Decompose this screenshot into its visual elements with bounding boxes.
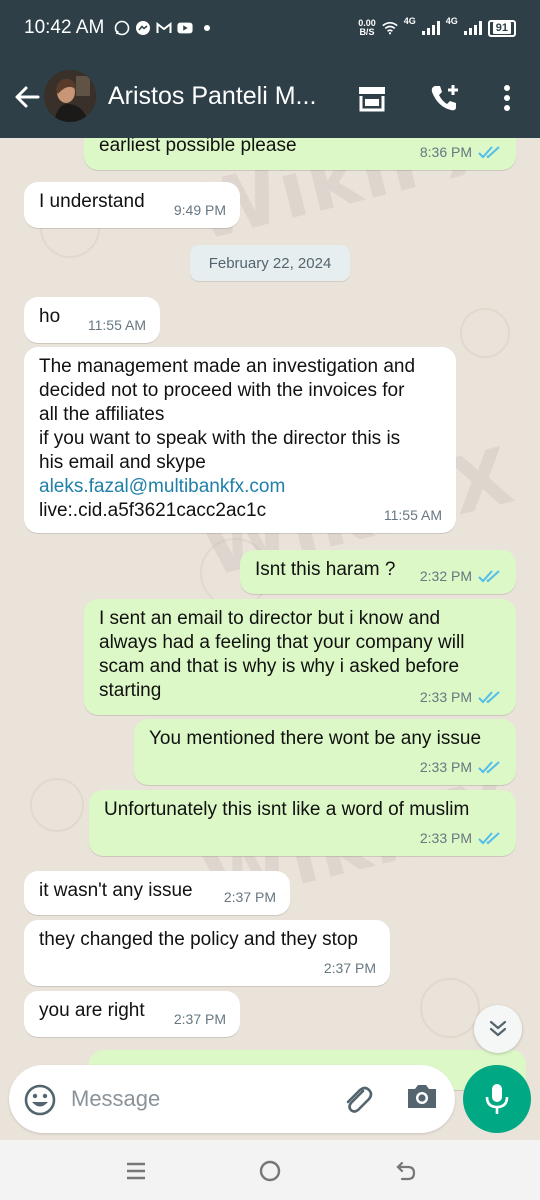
camera-icon <box>408 1085 436 1108</box>
message-time: 2:33 PM <box>419 830 472 846</box>
gmail-icon <box>156 20 172 36</box>
status-time: 10:42 AM <box>24 17 105 38</box>
message-text: they changed the policy and they stop <box>39 929 359 950</box>
status-bar: 10:42 AM 0.00 B/S 4G 4G 91 <box>0 0 540 56</box>
wifi-icon <box>382 20 398 36</box>
network-type-1: 4G <box>403 16 416 26</box>
double-check-read-icon <box>478 832 500 845</box>
whatsapp-icon <box>114 20 130 36</box>
speed-unit: B/S <box>359 27 375 37</box>
contact-avatar[interactable] <box>44 70 96 122</box>
double-check-read-icon <box>478 570 500 583</box>
message-meta: 2:37 PM <box>174 1007 226 1031</box>
incoming-message[interactable]: I understand 9:49 PM <box>24 182 240 228</box>
email-link[interactable]: aleks.fazal@multibankfx.com <box>39 475 442 499</box>
message-meta: 2:37 PM <box>224 885 276 909</box>
incoming-message[interactable]: it wasn't any issue 2:37 PM <box>24 871 290 915</box>
back-arrow-icon <box>396 1161 416 1181</box>
phone-plus-icon <box>431 85 458 111</box>
message-time: 11:55 AM <box>383 507 442 523</box>
message-time: 11:55 AM <box>87 317 146 333</box>
back-button[interactable] <box>12 82 42 112</box>
outgoing-message[interactable]: Isnt this haram ? 2:32 PM <box>240 550 516 594</box>
message-time: 2:33 PM <box>419 759 472 775</box>
home-button[interactable] <box>255 1156 285 1186</box>
add-call-button[interactable] <box>424 78 464 118</box>
wallpaper-doodle <box>460 308 510 358</box>
emoji-button[interactable] <box>23 1083 57 1117</box>
more-notifications-dot <box>204 25 211 31</box>
message-text: Unfortunately this isnt like a word of m… <box>104 799 470 820</box>
double-check-read-icon <box>478 761 500 774</box>
attach-button[interactable] <box>339 1081 377 1119</box>
storefront-icon <box>359 87 385 112</box>
system-navigation-bar <box>0 1140 540 1200</box>
battery-level: 91 <box>492 22 511 34</box>
incoming-message[interactable]: ho 11:55 AM <box>24 297 160 343</box>
message-composer <box>9 1065 455 1133</box>
double-chevron-down-icon <box>489 1020 507 1037</box>
messenger-icon <box>135 20 151 36</box>
message-time: 2:32 PM <box>419 568 472 584</box>
message-time: 2:37 PM <box>173 1011 226 1027</box>
message-time: 2:37 PM <box>323 960 376 976</box>
wallpaper-doodle <box>420 978 480 1038</box>
microphone-icon <box>485 1084 509 1114</box>
voice-record-button[interactable] <box>463 1065 531 1133</box>
outgoing-message[interactable]: earliest possible please 8:36 PM <box>84 138 516 170</box>
incoming-message[interactable]: you are right 2:37 PM <box>24 991 240 1037</box>
battery-icon: 91 <box>487 19 516 37</box>
outgoing-message[interactable]: You mentioned there wont be any issue 2:… <box>134 719 516 785</box>
double-check-read-icon <box>478 691 500 704</box>
notification-icons <box>114 20 211 36</box>
outgoing-message[interactable]: I sent an email to director but i know a… <box>84 599 516 715</box>
date-separator: February 22, 2024 <box>190 245 350 281</box>
signal-icon-1 <box>421 21 440 35</box>
contact-name[interactable]: Aristos Panteli M... <box>108 82 340 111</box>
back-nav-button[interactable] <box>391 1156 421 1186</box>
wallpaper-doodle <box>30 778 84 832</box>
incoming-message[interactable]: they changed the policy and they stop 2:… <box>24 920 390 986</box>
message-text: The management made an investigation and… <box>39 356 416 473</box>
message-time: 2:33 PM <box>419 689 472 705</box>
network-speed: 0.00 B/S <box>358 19 376 37</box>
arrow-left-icon <box>15 86 40 108</box>
message-meta: 11:55 AM <box>88 313 146 337</box>
message-meta: 2:33 PM <box>420 685 502 709</box>
paperclip-icon <box>346 1086 373 1113</box>
message-meta: 2:33 PM <box>420 826 502 850</box>
youtube-icon <box>177 20 193 36</box>
message-meta: 11:55 AM <box>384 503 442 527</box>
double-check-read-icon <box>478 146 500 159</box>
more-vertical-icon <box>504 85 510 111</box>
store-button[interactable] <box>352 78 392 118</box>
more-options-button[interactable] <box>487 78 527 118</box>
system-icons: 0.00 B/S 4G 4G 91 <box>358 0 516 56</box>
recent-apps-button[interactable] <box>121 1156 151 1186</box>
network-type-2: 4G <box>445 16 458 26</box>
chat-area[interactable]: WikiFX WikiFX WikiFX earliest possible p… <box>0 138 540 1140</box>
message-meta: 9:49 PM <box>174 198 226 222</box>
message-time: 8:36 PM <box>419 144 472 160</box>
avatar-photo <box>44 70 96 122</box>
message-input[interactable] <box>71 1079 321 1119</box>
camera-button[interactable] <box>405 1081 443 1119</box>
message-meta: 2:37 PM <box>324 956 376 980</box>
message-meta: 8:36 PM <box>420 140 502 164</box>
menu-lines-icon <box>127 1162 145 1180</box>
outgoing-message[interactable]: Unfortunately this isnt like a word of m… <box>89 790 516 856</box>
home-circle-icon <box>259 1160 281 1182</box>
scroll-to-bottom-button[interactable] <box>474 1005 522 1053</box>
message-meta: 2:33 PM <box>420 755 502 779</box>
message-time: 2:37 PM <box>223 889 276 905</box>
smiley-icon <box>24 1084 56 1116</box>
message-time: 9:49 PM <box>173 202 226 218</box>
message-meta: 2:32 PM <box>420 564 502 588</box>
chat-header: Aristos Panteli M... <box>0 56 540 138</box>
incoming-message[interactable]: The management made an investigation and… <box>24 347 456 533</box>
signal-icon-2 <box>463 21 482 35</box>
skype-id: live:.cid.a5f3621cacc2ac1c <box>39 500 267 521</box>
message-text: You mentioned there wont be any issue <box>149 728 482 749</box>
